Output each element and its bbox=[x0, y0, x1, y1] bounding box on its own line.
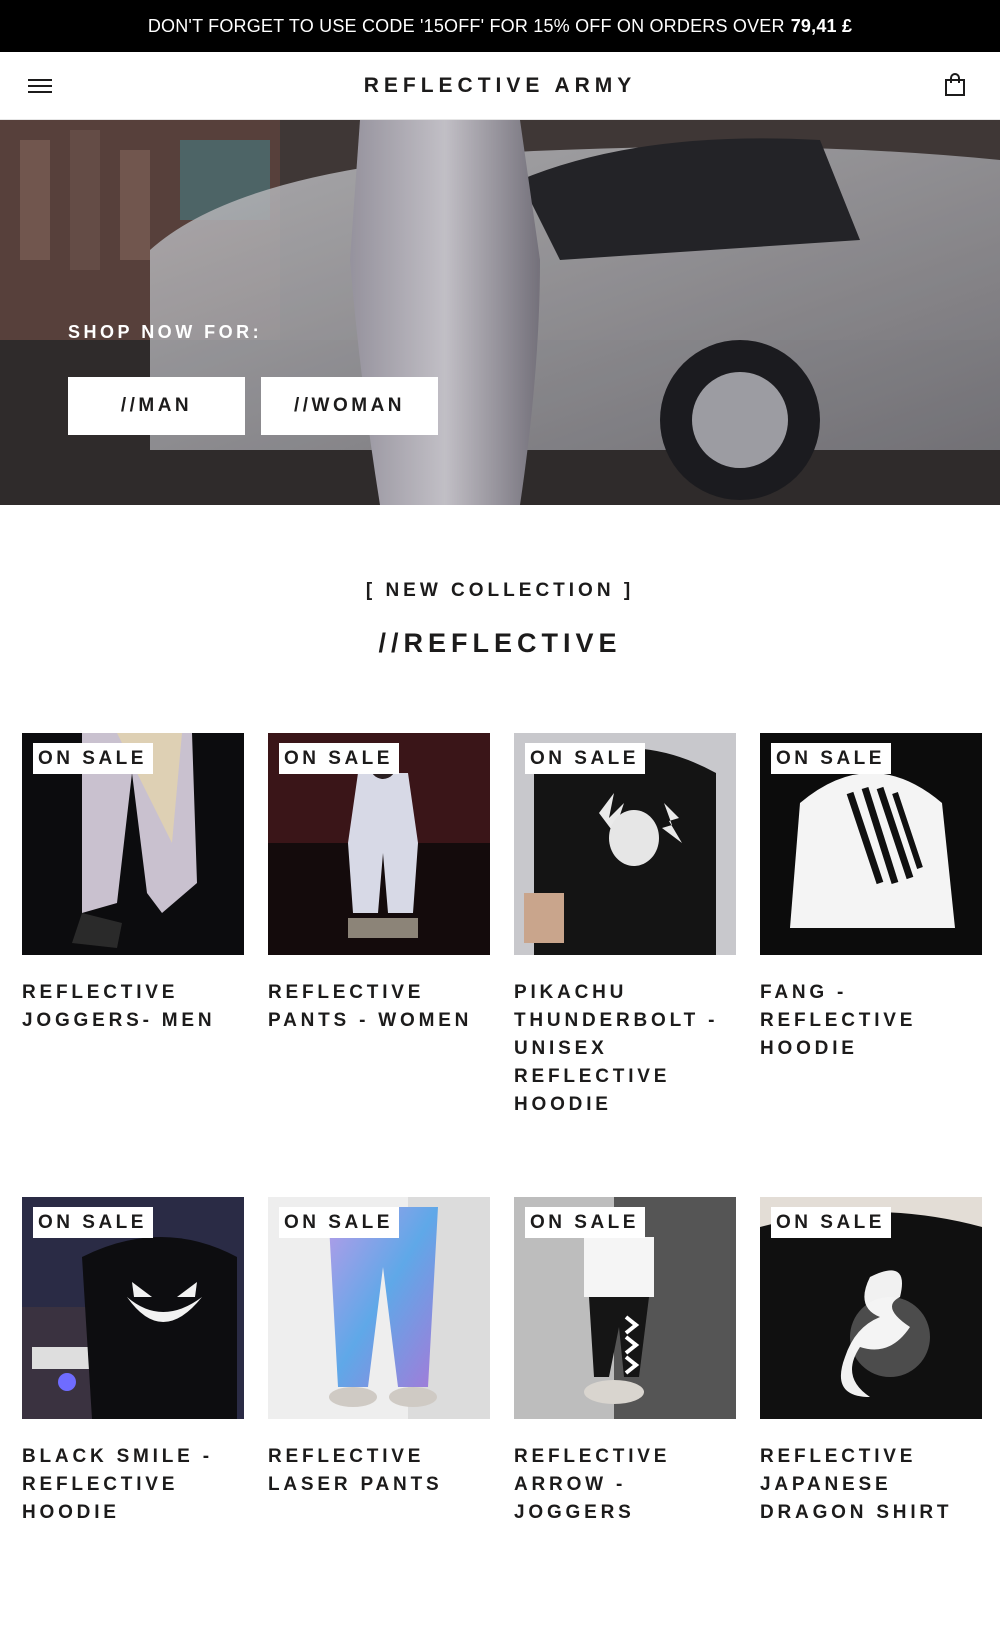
sale-badge: ON SALE bbox=[525, 1207, 645, 1238]
sale-badge: ON SALE bbox=[279, 1207, 399, 1238]
product-card[interactable]: ON SALE REFLECTIVE ARROW - JOGGERS bbox=[514, 1197, 736, 1527]
product-image[interactable]: ON SALE bbox=[514, 1197, 736, 1419]
sale-badge: ON SALE bbox=[33, 743, 153, 774]
shopping-bag-icon[interactable] bbox=[944, 73, 966, 97]
product-image[interactable]: ON SALE bbox=[760, 733, 982, 955]
hero-banner: SHOP NOW FOR: //MAN //WOMAN bbox=[0, 120, 1000, 505]
product-image[interactable]: ON SALE bbox=[22, 1197, 244, 1419]
site-logo[interactable]: REFLECTIVE ARMY bbox=[364, 74, 637, 98]
product-card[interactable]: ON SALE REFLECTIVE JAPANESE DRAGON SHIRT bbox=[760, 1197, 982, 1527]
sale-badge: ON SALE bbox=[771, 1207, 891, 1238]
product-title[interactable]: BLACK SMILE - REFLECTIVE HOODIE bbox=[22, 1443, 244, 1527]
product-card[interactable]: ON SALE FANG - REFLECTIVE HOODIE bbox=[760, 733, 982, 1063]
site-header: REFLECTIVE ARMY bbox=[0, 52, 1000, 120]
product-title[interactable]: PIKACHU THUNDERBOLT - UNISEX REFLECTIVE … bbox=[514, 979, 736, 1119]
product-card[interactable]: ON SALE REFLECTIVE LASER PANTS bbox=[268, 1197, 490, 1499]
hamburger-icon[interactable] bbox=[28, 77, 52, 95]
collection-subtitle: [ NEW COLLECTION ] bbox=[365, 580, 635, 601]
product-card[interactable]: ON SALE BLACK SMILE - REFLECTIVE HOODIE bbox=[22, 1197, 244, 1527]
collection-title: //REFLECTIVE bbox=[378, 628, 622, 658]
product-image[interactable]: ON SALE bbox=[760, 1197, 982, 1419]
shop-man-button[interactable]: //MAN bbox=[68, 377, 245, 435]
product-image[interactable]: ON SALE bbox=[268, 1197, 490, 1419]
product-title[interactable]: REFLECTIVE LASER PANTS bbox=[268, 1443, 490, 1499]
announcement-amount: 79,41 £ bbox=[790, 15, 853, 36]
announcement-text: DON'T FORGET TO USE CODE '15OFF' FOR 15%… bbox=[147, 15, 785, 36]
sale-badge: ON SALE bbox=[771, 743, 891, 774]
shop-woman-button[interactable]: //WOMAN bbox=[261, 377, 438, 435]
announcement-bar: DON'T FORGET TO USE CODE '15OFF' FOR 15%… bbox=[0, 0, 1000, 52]
product-title[interactable]: REFLECTIVE JOGGERS- MEN bbox=[22, 979, 244, 1035]
product-title[interactable]: REFLECTIVE PANTS - WOMEN bbox=[268, 979, 490, 1035]
product-image[interactable]: ON SALE bbox=[22, 733, 244, 955]
sale-badge: ON SALE bbox=[33, 1207, 153, 1238]
product-title[interactable]: REFLECTIVE ARROW - JOGGERS bbox=[514, 1443, 736, 1527]
product-title[interactable]: FANG - REFLECTIVE HOODIE bbox=[760, 979, 982, 1063]
product-title[interactable]: REFLECTIVE JAPANESE DRAGON SHIRT bbox=[760, 1443, 982, 1527]
sale-badge: ON SALE bbox=[279, 743, 399, 774]
product-image[interactable]: ON SALE bbox=[268, 733, 490, 955]
product-card[interactable]: ON SALE REFLECTIVE JOGGERS- MEN bbox=[22, 733, 244, 1035]
shop-now-label: SHOP NOW FOR: bbox=[68, 322, 263, 342]
hero-overlay bbox=[0, 120, 1000, 505]
sale-badge: ON SALE bbox=[525, 743, 645, 774]
product-card[interactable]: ON SALE REFLECTIVE PANTS - WOMEN bbox=[268, 733, 490, 1035]
product-image[interactable]: ON SALE bbox=[514, 733, 736, 955]
product-card[interactable]: ON SALE PIKACHU THUNDERBOLT - UNISEX REF… bbox=[514, 733, 736, 1119]
